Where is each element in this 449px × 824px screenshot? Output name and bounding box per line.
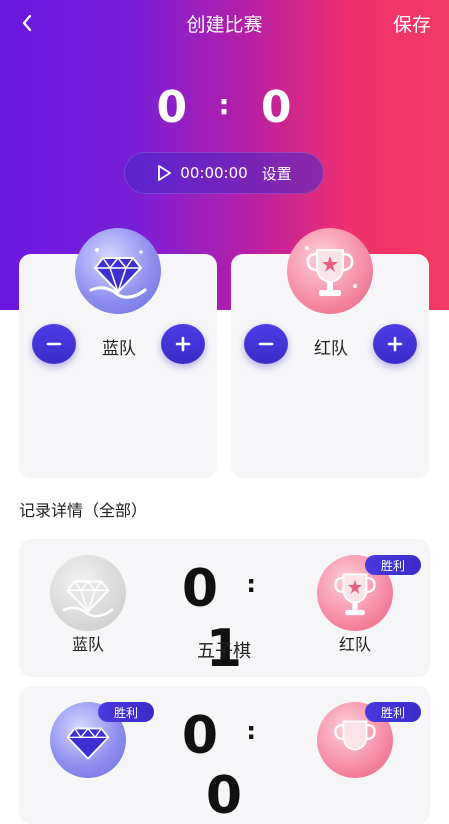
winner-tag: 胜利 — [98, 702, 154, 722]
record-score-separator: : — [246, 570, 256, 598]
timer-settings-button[interactable]: 设置 — [262, 163, 292, 184]
blue-minus-button[interactable] — [32, 324, 76, 364]
record-left-score: 0 — [181, 706, 219, 766]
blue-plus-button[interactable] — [161, 324, 205, 364]
records-section-title: 记录详情（全部） — [19, 501, 148, 520]
minus-icon — [258, 342, 274, 346]
red-plus-button[interactable] — [373, 324, 417, 364]
red-team-name: 红队 — [314, 339, 348, 359]
record-right-team: 红队 — [338, 635, 371, 654]
record-score: 0 : 0 — [169, 706, 279, 824]
diamond-hand-icon — [62, 580, 114, 618]
record-left-team: 蓝队 — [71, 635, 104, 654]
winner-tag: 胜利 — [365, 702, 421, 722]
main-score: 0 : 0 — [0, 82, 449, 133]
diamond-hand-icon — [89, 248, 147, 299]
red-team-badge — [287, 228, 373, 314]
winner-tag: 胜利 — [365, 555, 421, 575]
blue-team-name: 蓝队 — [102, 339, 136, 359]
score-separator: : — [218, 87, 231, 121]
record-right-score: 0 — [205, 766, 243, 824]
save-button[interactable]: 保存 — [393, 10, 431, 37]
record-item[interactable]: 蓝队 0 : 1 五子棋 胜利 红队 — [19, 539, 430, 677]
play-icon[interactable] — [156, 164, 172, 182]
timer-pill[interactable]: 00:00:00 设置 — [124, 152, 324, 194]
trophy-icon — [305, 246, 357, 296]
red-minus-button[interactable] — [244, 324, 288, 364]
blue-team-badge-loser — [50, 555, 126, 631]
page-title: 创建比赛 — [186, 14, 263, 36]
record-game-name: 五子棋 — [197, 641, 251, 662]
minus-icon — [46, 342, 62, 346]
score-right: 0 — [260, 82, 293, 133]
record-item[interactable]: 胜利 0 : 0 胜利 — [19, 686, 430, 824]
score-left: 0 — [156, 82, 189, 133]
blue-team-badge — [75, 228, 161, 314]
record-score-separator: : — [246, 717, 256, 745]
timer-value: 00:00:00 — [180, 164, 248, 182]
plus-icon — [387, 336, 403, 352]
plus-icon — [175, 336, 191, 352]
record-left-score: 0 — [181, 559, 219, 619]
